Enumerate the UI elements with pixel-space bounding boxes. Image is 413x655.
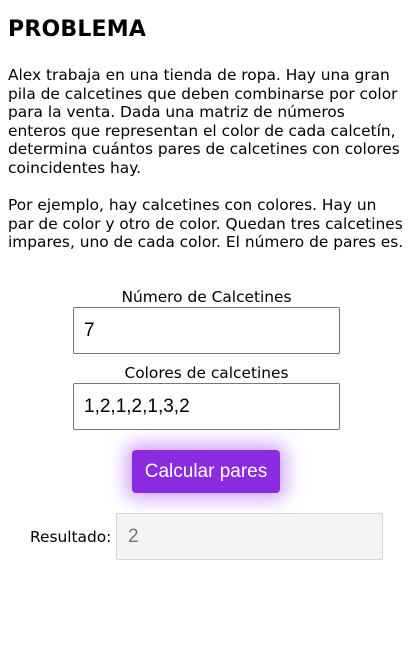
calculate-pairs-button[interactable]: Calcular pares bbox=[132, 450, 280, 493]
problem-example: Por ejemplo, hay calcetines con colores.… bbox=[8, 196, 404, 252]
result-output bbox=[116, 513, 383, 560]
sock-colors-input[interactable] bbox=[73, 383, 340, 430]
problem-description: Alex trabaja en una tienda de ropa. Hay … bbox=[8, 66, 400, 177]
sock-count-label: Número de Calcetines bbox=[121, 288, 292, 306]
page-title: PROBLEMA bbox=[8, 17, 147, 42]
sock-colors-label: Colores de calcetines bbox=[124, 364, 289, 382]
result-label: Resultado: bbox=[30, 528, 112, 546]
sock-count-input[interactable] bbox=[73, 307, 340, 354]
